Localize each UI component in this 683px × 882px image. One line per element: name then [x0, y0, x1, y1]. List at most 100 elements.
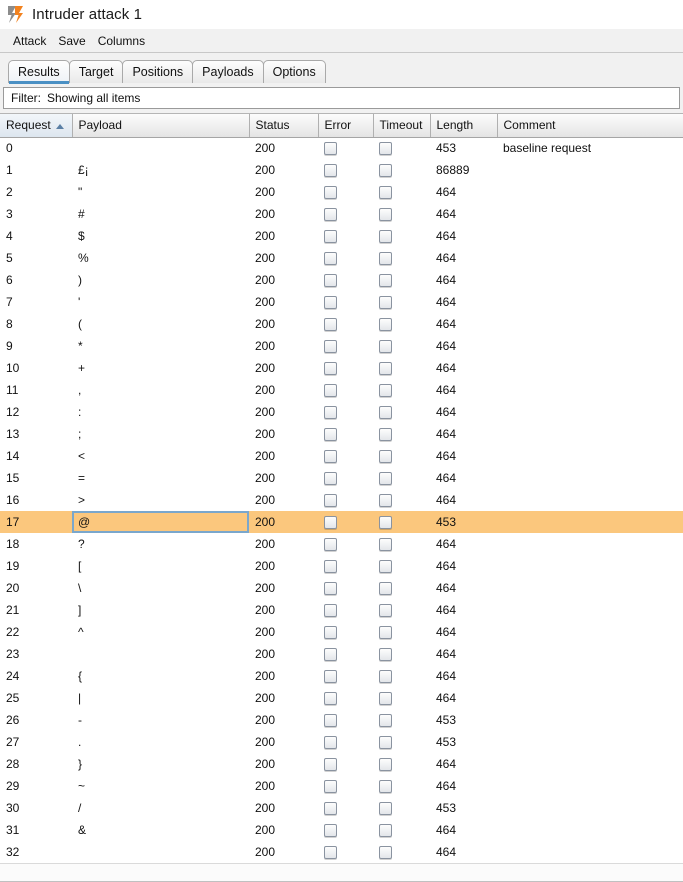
- timeout-checkbox[interactable]: [379, 538, 392, 552]
- error-checkbox[interactable]: [324, 582, 337, 596]
- timeout-checkbox[interactable]: [379, 736, 392, 750]
- table-row[interactable]: 13; 200 464: [0, 423, 683, 445]
- timeout-checkbox[interactable]: [379, 142, 392, 156]
- table-row[interactable]: 2 " 200 464: [0, 181, 683, 203]
- error-checkbox[interactable]: [324, 428, 337, 442]
- timeout-checkbox[interactable]: [379, 516, 392, 530]
- error-checkbox[interactable]: [324, 758, 337, 772]
- column-header-comment[interactable]: Comment: [497, 114, 683, 138]
- error-checkbox[interactable]: [324, 648, 337, 662]
- table-row[interactable]: 31 & 200 464: [0, 819, 683, 841]
- table-row[interactable]: 17 @200 453: [0, 511, 683, 533]
- error-checkbox[interactable]: [324, 296, 337, 310]
- tab-options[interactable]: Options: [262, 60, 326, 83]
- error-checkbox[interactable]: [324, 340, 337, 354]
- timeout-checkbox[interactable]: [379, 560, 392, 574]
- table-row[interactable]: 6) 200 464: [0, 269, 683, 291]
- filter-bar[interactable]: Filter: Showing all items: [3, 87, 680, 109]
- error-checkbox[interactable]: [324, 714, 337, 728]
- error-checkbox[interactable]: [324, 824, 337, 838]
- tab-results[interactable]: Results: [8, 60, 70, 84]
- timeout-checkbox[interactable]: [379, 692, 392, 706]
- table-row[interactable]: 5% 200 464: [0, 247, 683, 269]
- timeout-checkbox[interactable]: [379, 846, 392, 860]
- table-row[interactable]: 0 200 453 baseline request: [0, 137, 683, 159]
- timeout-checkbox[interactable]: [379, 428, 392, 442]
- timeout-checkbox[interactable]: [379, 626, 392, 640]
- error-checkbox[interactable]: [324, 186, 337, 200]
- timeout-checkbox[interactable]: [379, 296, 392, 310]
- timeout-checkbox[interactable]: [379, 780, 392, 794]
- menu-item-attack[interactable]: Attack: [7, 32, 52, 50]
- timeout-checkbox[interactable]: [379, 648, 392, 662]
- table-row[interactable]: 20 \ 200 464: [0, 577, 683, 599]
- timeout-checkbox[interactable]: [379, 758, 392, 772]
- column-header-request[interactable]: Request: [0, 114, 73, 138]
- table-row[interactable]: 26 - 200 453: [0, 709, 683, 731]
- error-checkbox[interactable]: [324, 384, 337, 398]
- error-checkbox[interactable]: [324, 252, 337, 266]
- error-checkbox[interactable]: [324, 604, 337, 618]
- table-row[interactable]: 1 £¡ 200 86889: [0, 159, 683, 181]
- error-checkbox[interactable]: [324, 494, 337, 508]
- error-checkbox[interactable]: [324, 692, 337, 706]
- error-checkbox[interactable]: [324, 406, 337, 420]
- column-header-length[interactable]: Length: [430, 114, 498, 138]
- table-row[interactable]: 28} 200 464: [0, 753, 683, 775]
- error-checkbox[interactable]: [324, 164, 337, 178]
- timeout-checkbox[interactable]: [379, 164, 392, 178]
- error-checkbox[interactable]: [324, 274, 337, 288]
- table-row[interactable]: 11, 200 464: [0, 379, 683, 401]
- timeout-checkbox[interactable]: [379, 252, 392, 266]
- table-row[interactable]: 7 ' 200 464: [0, 291, 683, 313]
- timeout-checkbox[interactable]: [379, 384, 392, 398]
- error-checkbox[interactable]: [324, 538, 337, 552]
- error-checkbox[interactable]: [324, 670, 337, 684]
- table-row[interactable]: 27. 200 453: [0, 731, 683, 753]
- table-row[interactable]: 4 $200 464: [0, 225, 683, 247]
- timeout-checkbox[interactable]: [379, 670, 392, 684]
- timeout-checkbox[interactable]: [379, 406, 392, 420]
- table-row[interactable]: 25 | 200 464: [0, 687, 683, 709]
- column-header-status[interactable]: Status: [249, 114, 319, 138]
- timeout-checkbox[interactable]: [379, 208, 392, 222]
- timeout-checkbox[interactable]: [379, 362, 392, 376]
- error-checkbox[interactable]: [324, 208, 337, 222]
- table-row[interactable]: 32 200 464: [0, 841, 683, 863]
- timeout-checkbox[interactable]: [379, 472, 392, 486]
- error-checkbox[interactable]: [324, 802, 337, 816]
- table-row[interactable]: 15 = 200 464: [0, 467, 683, 489]
- error-checkbox[interactable]: [324, 780, 337, 794]
- menu-item-save[interactable]: Save: [52, 32, 91, 50]
- table-row[interactable]: 19 [200 464: [0, 555, 683, 577]
- error-checkbox[interactable]: [324, 230, 337, 244]
- timeout-checkbox[interactable]: [379, 274, 392, 288]
- timeout-checkbox[interactable]: [379, 802, 392, 816]
- table-row[interactable]: 21] 200 464: [0, 599, 683, 621]
- table-row[interactable]: 10 +200 464: [0, 357, 683, 379]
- timeout-checkbox[interactable]: [379, 318, 392, 332]
- error-checkbox[interactable]: [324, 142, 337, 156]
- menu-item-columns[interactable]: Columns: [92, 32, 151, 50]
- timeout-checkbox[interactable]: [379, 824, 392, 838]
- table-row[interactable]: 16 >200 464: [0, 489, 683, 511]
- column-header-error[interactable]: Error: [318, 114, 374, 138]
- timeout-checkbox[interactable]: [379, 340, 392, 354]
- error-checkbox[interactable]: [324, 560, 337, 574]
- error-checkbox[interactable]: [324, 472, 337, 486]
- error-checkbox[interactable]: [324, 516, 337, 530]
- timeout-checkbox[interactable]: [379, 582, 392, 596]
- table-row[interactable]: 24 {200 464: [0, 665, 683, 687]
- timeout-checkbox[interactable]: [379, 186, 392, 200]
- error-checkbox[interactable]: [324, 626, 337, 640]
- timeout-checkbox[interactable]: [379, 494, 392, 508]
- timeout-checkbox[interactable]: [379, 450, 392, 464]
- error-checkbox[interactable]: [324, 736, 337, 750]
- table-row[interactable]: 30 / 200 453: [0, 797, 683, 819]
- table-row[interactable]: 3 #200 464: [0, 203, 683, 225]
- tab-target[interactable]: Target: [68, 60, 124, 83]
- column-header-timeout[interactable]: Timeout: [373, 114, 431, 138]
- timeout-checkbox[interactable]: [379, 604, 392, 618]
- table-row[interactable]: 9 * 200 464: [0, 335, 683, 357]
- table-row[interactable]: 14 <200 464: [0, 445, 683, 467]
